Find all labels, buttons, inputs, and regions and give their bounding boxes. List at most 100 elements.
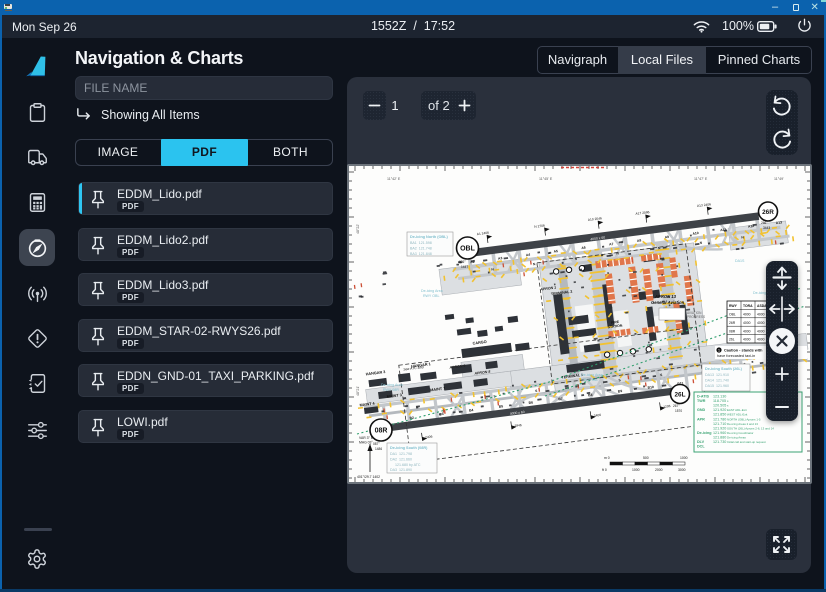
svg-text:08R: 08R (729, 329, 736, 333)
svg-text:121.920: 121.920 (713, 426, 726, 430)
svg-text:2000: 2000 (655, 468, 663, 472)
svg-text:121.680 by ATC: 121.680 by ATC (390, 463, 421, 467)
svg-text:De-icing South (08R): De-icing South (08R) (390, 446, 428, 450)
svg-text:08R: 08R (375, 428, 388, 435)
svg-text:A13: A13 (776, 220, 783, 225)
svg-text:B10: B10 (647, 385, 654, 390)
svg-text:De-icing Area: De-icing Area (581, 373, 603, 377)
svg-text:A4: A4 (526, 253, 531, 258)
svg-text:086°: 086° (459, 260, 466, 264)
svg-text:26R: 26R (762, 209, 774, 216)
svg-text:266°: 266° (761, 221, 768, 225)
svg-text:B6: B6 (528, 400, 533, 405)
svg-text:BA1 121.598: BA1 121.598 (410, 241, 432, 245)
svg-text:De-icing South (26L): De-icing South (26L) (705, 367, 743, 371)
svg-text:De-icing Areas: De-icing Areas (727, 436, 746, 440)
svg-text:EAST ADL-Exit: EAST ADL-Exit (727, 408, 747, 412)
svg-text:11°42' E: 11°42' E (387, 177, 401, 181)
svg-text:B7: B7 (558, 397, 563, 402)
svg-text:B9: B9 (618, 389, 623, 394)
svg-text:B4: B4 (469, 408, 474, 413)
svg-text:121.730: 121.730 (713, 440, 726, 444)
svg-text:B5: B5 (499, 404, 504, 409)
svg-text:4000: 4000 (743, 313, 751, 317)
svg-text:A9: A9 (664, 235, 669, 240)
svg-text:267°: 267° (673, 404, 680, 408)
svg-text:3000: 3000 (678, 468, 686, 472)
svg-text:4000: 4000 (743, 321, 751, 325)
svg-text:A5: A5 (553, 249, 558, 254)
svg-text:WEST ADL-Exit: WEST ADL-Exit (727, 413, 748, 417)
svg-text:A6: A6 (581, 246, 586, 251)
svg-text:RWY: RWY (729, 304, 738, 308)
svg-text:De-icing Areas 2 and 13: De-icing Areas 2 and 13 (727, 422, 758, 426)
svg-text:D-ATIS: D-ATIS (697, 395, 710, 399)
svg-text:TORA: TORA (743, 304, 753, 308)
svg-text:401°/29.7 1402: 401°/29.7 1402 (357, 475, 380, 479)
svg-text:48°21': 48°21' (356, 386, 360, 396)
svg-text:DA1 121.798: DA1 121.798 (390, 452, 412, 456)
svg-text:Initial call and start-up requ: Initial call and start-up request (727, 440, 766, 444)
svg-text:DA3 121.890: DA3 121.890 (390, 468, 412, 472)
svg-text:DA1S: DA1S (735, 259, 745, 263)
svg-text:1486: 1486 (375, 447, 382, 451)
svg-text:120.505: 120.505 (713, 404, 726, 408)
svg-text:De-icing Area: De-icing Area (421, 289, 443, 293)
svg-text:ft 0: ft 0 (602, 468, 607, 472)
svg-text:4000: 4000 (757, 329, 765, 333)
svg-text:A10: A10 (692, 231, 699, 236)
svg-text:11°47' E: 11°47' E (694, 177, 708, 181)
svg-text:De-icing Area: De-icing Area (381, 383, 403, 387)
svg-text:121.780: 121.780 (713, 417, 726, 421)
svg-text:A7: A7 (609, 242, 614, 247)
svg-text:BA2 121.748: BA2 121.748 (410, 246, 432, 250)
svg-text:123.130: 123.130 (713, 395, 726, 399)
svg-text:GND: GND (697, 408, 706, 412)
svg-text:DCL: DCL (697, 445, 705, 449)
svg-text:DA13 121.910: DA13 121.910 (705, 373, 729, 377)
svg-text:MAG 03°: MAG 03° (359, 441, 373, 445)
svg-text:1447: 1447 (461, 265, 468, 269)
svg-text:121.850: 121.850 (713, 413, 726, 417)
svg-text:4000: 4000 (743, 338, 751, 342)
svg-text:26R: 26R (729, 321, 736, 325)
svg-text:DLV: DLV (697, 440, 705, 444)
svg-text:4000: 4000 (757, 313, 765, 317)
svg-text:121.960: 121.960 (713, 431, 726, 435)
svg-text:APR: APR (697, 417, 705, 421)
svg-text:11°45' E: 11°45' E (539, 177, 553, 181)
svg-text:1000: 1000 (632, 468, 640, 472)
svg-text:4000: 4000 (757, 338, 765, 342)
svg-text:RWY 08R: RWY 08R (383, 388, 399, 392)
svg-text:APRON 13: APRON 13 (654, 294, 677, 299)
svg-text:PROGRESS: PROGRESS (687, 315, 705, 319)
svg-text:De-icing: De-icing (697, 431, 712, 435)
svg-text:500: 500 (643, 456, 649, 460)
svg-text:1000: 1000 (680, 456, 688, 460)
svg-text:121.710: 121.710 (713, 422, 726, 426)
svg-text:1570: 1570 (675, 409, 682, 413)
svg-text:VAR 3° E: VAR 3° E (359, 436, 374, 440)
svg-text:SOUTH (26L) Aprons 2-6, 13 and: SOUTH (26L) Aprons 2-6, 13 and 14 (727, 426, 774, 430)
svg-text:4000: 4000 (757, 321, 765, 325)
svg-text:De-icing Coordinator: De-icing Coordinator (727, 431, 754, 435)
svg-text:3443: 3443 (763, 226, 770, 230)
svg-text:118.705: 118.705 (713, 399, 726, 403)
svg-text:121.880: 121.880 (713, 436, 726, 440)
svg-text:48°22': 48°22' (356, 224, 360, 234)
svg-text:A3: A3 (498, 256, 503, 261)
svg-text:A8: A8 (637, 238, 642, 243)
svg-text:DA14 121.740: DA14 121.740 (705, 378, 729, 382)
svg-text:m 0: m 0 (604, 456, 610, 460)
svg-text:26L: 26L (729, 338, 735, 342)
svg-text:RWY 26L: RWY 26L (583, 378, 598, 382)
svg-text:OBL: OBL (729, 313, 736, 317)
svg-text:RWY OBL: RWY OBL (423, 294, 439, 298)
svg-text:DA15 121.960: DA15 121.960 (705, 384, 729, 388)
svg-text:Caution - stands with: Caution - stands with (724, 349, 763, 353)
svg-text:087°: 087° (373, 442, 380, 446)
svg-text:DA2 121.660: DA2 121.660 (390, 457, 412, 461)
svg-text:11°49': 11°49' (774, 177, 784, 181)
svg-text:De-icing North (OBL): De-icing North (OBL) (410, 235, 448, 239)
svg-text:4000: 4000 (743, 329, 751, 333)
